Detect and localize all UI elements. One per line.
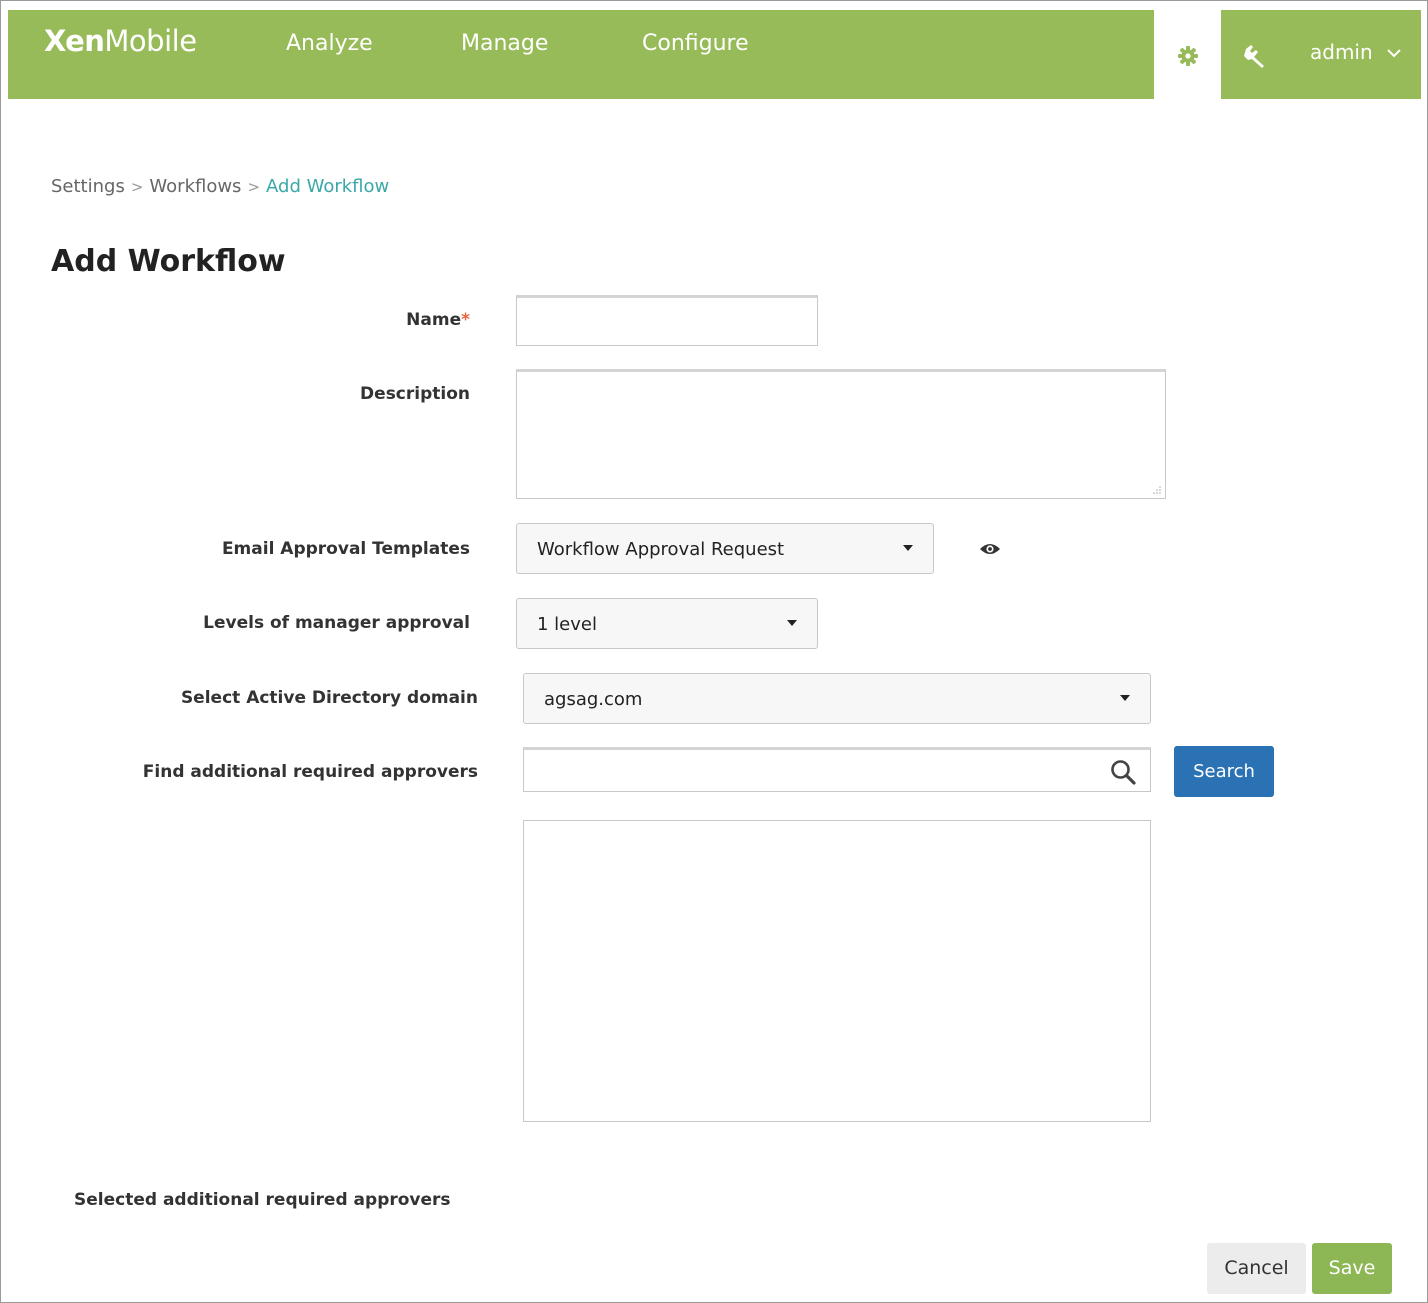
ad-domain-select[interactable]: agsag.com: [523, 673, 1151, 724]
ad-domain-value: agsag.com: [544, 689, 643, 710]
name-label: Name*: [406, 310, 470, 330]
approver-search-input[interactable]: [523, 747, 1151, 792]
chevron-down-icon: [1387, 49, 1401, 58]
settings-tab[interactable]: [1154, 10, 1221, 99]
breadcrumb-separator: >: [247, 178, 261, 196]
breadcrumb-separator: >: [130, 178, 144, 196]
nav-manage[interactable]: Manage: [461, 31, 548, 56]
nav-analyze[interactable]: Analyze: [286, 31, 373, 56]
levels-value: 1 level: [537, 614, 597, 635]
eye-icon[interactable]: [979, 542, 1001, 556]
required-asterisk: *: [461, 310, 470, 330]
email-templates-value: Workflow Approval Request: [537, 539, 785, 560]
breadcrumb: Settings > Workflows > Add Workflow: [51, 176, 389, 197]
wrench-icon[interactable]: [1243, 44, 1267, 68]
name-input[interactable]: [516, 295, 818, 346]
page-title: Add Workflow: [51, 244, 286, 279]
search-icon[interactable]: [1110, 759, 1136, 785]
app-logo[interactable]: XenMobile: [44, 24, 197, 58]
dropdown-caret-icon: [1120, 695, 1130, 701]
search-button[interactable]: Search: [1174, 746, 1274, 797]
user-name: admin: [1310, 40, 1373, 64]
nav-configure[interactable]: Configure: [642, 31, 749, 56]
description-textarea[interactable]: [516, 369, 1166, 499]
cancel-button[interactable]: Cancel: [1207, 1243, 1306, 1294]
dropdown-caret-icon: [903, 545, 913, 551]
save-button[interactable]: Save: [1312, 1243, 1392, 1294]
levels-select[interactable]: 1 level: [516, 598, 818, 649]
breadcrumb-current: Add Workflow: [266, 176, 390, 197]
ad-domain-label: Select Active Directory domain: [180, 688, 478, 708]
user-menu[interactable]: admin: [1310, 40, 1401, 64]
levels-label: Levels of manager approval: [203, 613, 470, 633]
breadcrumb-workflows[interactable]: Workflows: [149, 176, 241, 197]
find-approvers-label: Find additional required approvers: [142, 762, 478, 782]
dropdown-caret-icon: [787, 620, 797, 626]
approvers-results-list[interactable]: [523, 820, 1151, 1122]
description-label: Description: [360, 384, 470, 404]
breadcrumb-settings[interactable]: Settings: [51, 176, 125, 197]
gear-icon: [1178, 46, 1198, 66]
email-templates-select[interactable]: Workflow Approval Request: [516, 523, 934, 574]
resize-grip-icon[interactable]: [1152, 485, 1162, 495]
email-templates-label: Email Approval Templates: [221, 539, 470, 559]
selected-approvers-label: Selected additional required approvers: [74, 1190, 451, 1210]
